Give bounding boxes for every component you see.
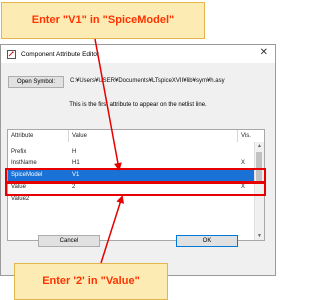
- title-bar: Component Attribute Editor ✕: [1, 45, 275, 63]
- annotation-callout-value: Enter '2' in "Value": [14, 263, 168, 300]
- cell-vis: X: [241, 160, 246, 166]
- highlight-box-value: [5, 182, 266, 196]
- header-value: Value: [72, 133, 87, 139]
- scroll-up-icon[interactable]: ▲: [255, 142, 264, 150]
- header-vis: Vis.: [241, 133, 251, 139]
- table-row[interactable]: Prefix H: [8, 147, 254, 158]
- ok-button[interactable]: OK: [176, 235, 238, 247]
- cell-attribute: Value2: [11, 196, 30, 202]
- cell-value: H: [72, 149, 77, 155]
- table-header: Attribute Value Vis.: [8, 130, 264, 142]
- window-title: Component Attribute Editor: [21, 50, 100, 58]
- attribute-info-text: This is the first attribute to appear on…: [69, 102, 207, 108]
- annotation-callout-spicemodel: Enter "V1" in "SpiceModel": [1, 2, 205, 39]
- cell-value: H1: [72, 160, 80, 166]
- scroll-down-icon[interactable]: ▼: [255, 232, 264, 240]
- highlight-box-spicemodel: [5, 168, 266, 183]
- close-icon[interactable]: ✕: [260, 47, 268, 58]
- cancel-button[interactable]: Cancel: [38, 235, 100, 247]
- header-attribute: Attribute: [11, 133, 34, 139]
- symbol-path: C:¥Users¥USER¥Documents¥LTspiceXVII¥lib¥…: [70, 78, 225, 84]
- cell-attribute: InstName: [11, 160, 37, 166]
- component-attribute-editor-window: Component Attribute Editor ✕ Open Symbol…: [0, 44, 276, 276]
- component-editor-icon: [7, 49, 16, 59]
- cell-attribute: Prefix: [11, 149, 27, 155]
- open-symbol-button[interactable]: Open Symbol:: [8, 76, 64, 88]
